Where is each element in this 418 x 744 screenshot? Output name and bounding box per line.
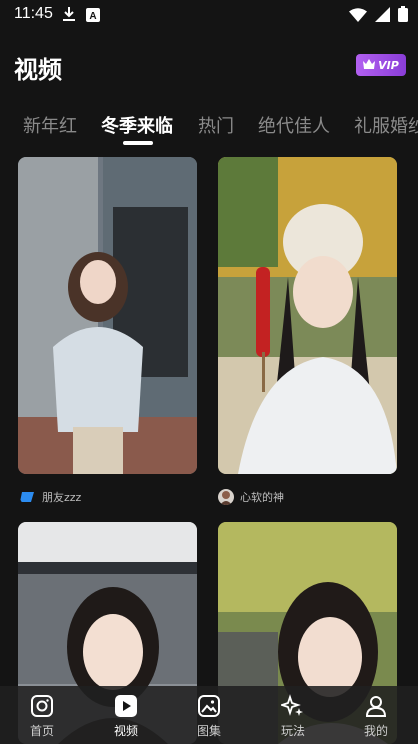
vip-label: VIP <box>378 58 399 72</box>
tab-popular[interactable]: 热门 <box>198 112 234 138</box>
tab-peerless-beauty[interactable]: 绝代佳人 <box>258 112 330 138</box>
video-thumbnail <box>18 157 197 474</box>
download-icon <box>62 6 76 26</box>
home-camera-icon <box>29 693 55 719</box>
tab-winter-coming[interactable]: 冬季来临 <box>101 112 173 138</box>
blue-square-avatar-icon <box>20 489 36 505</box>
nav-video-label: 视频 <box>113 724 138 738</box>
nav-play[interactable]: 玩法 <box>251 686 335 744</box>
vip-button[interactable]: VIP <box>356 54 406 76</box>
page-title: 视频 <box>14 56 62 84</box>
status-time: 11:45 <box>14 5 53 22</box>
video-card[interactable] <box>218 157 397 474</box>
gallery-icon <box>196 693 222 719</box>
svg-text:A: A <box>89 11 96 22</box>
portrait-avatar-icon <box>218 489 234 505</box>
nav-gallery-label: 图集 <box>196 724 221 738</box>
profile-icon <box>363 693 389 719</box>
video-thumbnail <box>218 157 397 474</box>
card-author[interactable]: 心软的神 <box>218 489 284 505</box>
sparkle-icon <box>280 693 306 719</box>
nav-gallery[interactable]: 图集 <box>167 686 251 744</box>
crown-icon <box>363 58 376 72</box>
nav-profile-label: 我的 <box>363 724 388 738</box>
author-name: 朋友zzz <box>42 491 82 504</box>
battery-icon <box>398 6 408 26</box>
status-bar: 11:45 A <box>0 0 418 28</box>
tab-gown-wedding[interactable]: 礼服婚纱 <box>354 112 418 138</box>
nav-home[interactable]: 首页 <box>0 686 84 744</box>
nav-video[interactable]: 视频 <box>84 686 168 744</box>
play-icon <box>113 693 139 719</box>
bottom-nav: 首页 视频 图集 玩法 我的 <box>0 686 418 744</box>
video-card[interactable] <box>18 157 197 474</box>
category-tabs: 新年红 冬季来临 热门 绝代佳人 礼服婚纱 <box>0 112 418 148</box>
header: 视频 VIP <box>0 44 418 88</box>
notification-a-icon: A <box>86 7 100 26</box>
tab-indicator <box>123 141 153 145</box>
nav-home-label: 首页 <box>29 724 54 738</box>
signal-icon <box>375 6 390 26</box>
nav-profile[interactable]: 我的 <box>334 686 418 744</box>
nav-play-label: 玩法 <box>280 724 305 738</box>
card-author[interactable]: 朋友zzz <box>20 489 81 505</box>
tab-new-year-red[interactable]: 新年红 <box>23 112 77 138</box>
wifi-icon <box>349 7 367 26</box>
author-name: 心软的神 <box>240 491 284 504</box>
